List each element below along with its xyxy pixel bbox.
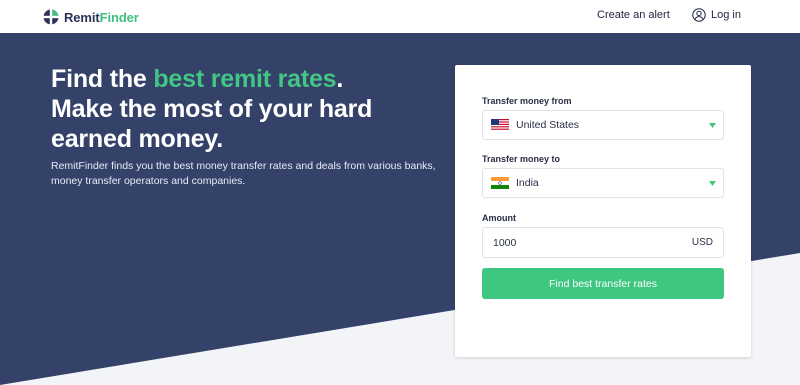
hero-subtext: RemitFinder finds you the best money tra… [51, 160, 436, 187]
login-label: Log in [711, 9, 741, 21]
from-country-value: United States [516, 119, 580, 131]
brand-logo[interactable]: RemitFinder [43, 9, 139, 25]
amount-field[interactable]: USD [482, 227, 724, 258]
top-nav-bar: RemitFinder Create an alert Log in [0, 0, 800, 33]
headline-part2: . [336, 65, 344, 93]
headline-part1: Find the [51, 65, 154, 93]
to-country-value: India [516, 177, 539, 189]
headline-highlight: best remit rates [153, 65, 337, 93]
globe-logo-icon [43, 9, 59, 25]
to-country-select[interactable]: India [482, 168, 724, 198]
from-country-select[interactable]: United States [482, 110, 724, 140]
create-alert-link[interactable]: Create an alert [597, 9, 670, 21]
to-label: Transfer money to [482, 154, 561, 164]
chevron-down-icon [709, 181, 716, 186]
find-rates-button[interactable]: Find best transfer rates [482, 268, 724, 299]
hero-headline: Find the best remit rates. Make the most … [51, 64, 441, 154]
user-circle-icon [692, 8, 706, 22]
login-link[interactable]: Log in [692, 8, 741, 22]
amount-input[interactable] [493, 234, 663, 252]
us-flag-icon [491, 119, 509, 131]
chevron-down-icon [709, 123, 716, 128]
from-label: Transfer money from [482, 96, 572, 106]
transfer-form-card: Transfer money from United States Transf… [455, 65, 751, 357]
brand-name-part2: Finder [99, 9, 139, 25]
brand-name-part1: Remit [64, 9, 100, 25]
currency-code: USD [691, 237, 713, 248]
amount-label: Amount [482, 213, 516, 223]
india-flag-icon [491, 177, 509, 189]
headline-line2: Make the most of your hard earned money. [51, 95, 373, 153]
brand-name: RemitFinder [64, 10, 139, 25]
